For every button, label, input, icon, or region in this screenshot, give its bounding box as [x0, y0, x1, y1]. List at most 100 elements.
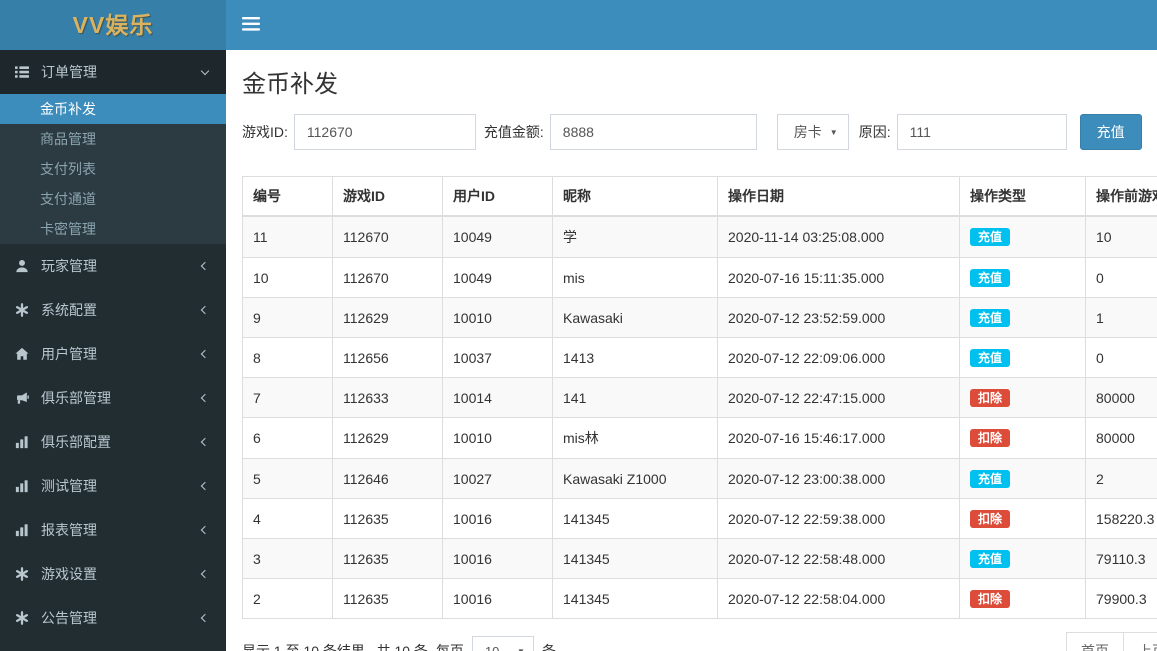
sidebar-toggle-button[interactable]: [226, 0, 276, 50]
sidebar-subitem-card-key-management[interactable]: 卡密管理: [0, 214, 226, 244]
column-header: 用户ID: [442, 176, 553, 217]
cell-user-id: 10010: [442, 297, 553, 338]
cell-date: 2020-07-12 22:59:38.000: [717, 498, 960, 539]
table-row: 7 112633 10014 141 2020-07-12 22:47:15.000 扣除…: [242, 377, 1157, 418]
operation-type-badge: 扣除: [970, 388, 1011, 407]
sidebar-subitem-payment-channel[interactable]: 支付通道: [0, 184, 226, 214]
table-row: 8 112656 10037 1413 2020-07-12 22:09:06.000 充…: [242, 337, 1157, 378]
sidebar-item-report-management[interactable]: 报表管理: [0, 508, 226, 552]
cell-user-id: 10010: [442, 417, 553, 459]
sidebar-item-club-management[interactable]: 俱乐部管理: [0, 376, 226, 420]
cell-game-id: 112635: [332, 578, 443, 619]
column-header: 操作类型: [959, 176, 1086, 217]
bullhorn-icon: [15, 391, 37, 405]
cell-no: 8: [242, 337, 333, 378]
sidebar-menu: 订单管理 金币补发 商品管理 支付列表 支付通道 卡密管理玩家管理系统配置 用户管理俱乐部管…: [0, 50, 226, 640]
card-type-select[interactable]: 房卡 ▼: [776, 114, 849, 150]
table-row: 2 112635 10016 141345 2020-07-12 22:58:04.00…: [242, 578, 1157, 619]
submenu-order-management: 金币补发 商品管理 支付列表 支付通道 卡密管理: [0, 94, 226, 244]
game-id-input[interactable]: [293, 114, 476, 150]
cell-user-id: 10049: [442, 215, 553, 258]
sidebar-subitem-coin-reissue[interactable]: 金币补发: [0, 94, 226, 124]
app-logo: VV娱乐: [0, 0, 226, 50]
cell-no: 9: [242, 297, 333, 338]
sidebar-item-label: 俱乐部管理: [41, 390, 111, 406]
cell-game-id: 112629: [332, 297, 443, 338]
cell-op: 充值: [959, 215, 1086, 258]
cell-no: 11: [242, 215, 333, 258]
prev-page-button[interactable]: 上页: [1124, 632, 1157, 651]
sidebar-item-player-management[interactable]: 玩家管理: [0, 244, 226, 288]
chevron-left-icon: [200, 525, 210, 535]
recharge-form: 游戏ID: 充值金额: 房卡 ▼ 原因: 充值: [242, 114, 1142, 150]
chevron-left-icon: [200, 437, 210, 447]
cell-no: 4: [242, 498, 333, 539]
sidebar-item-user-management[interactable]: 用户管理: [0, 332, 226, 376]
cell-date: 2020-07-12 22:58:04.000: [717, 578, 960, 619]
operation-type-badge: 扣除: [970, 589, 1011, 608]
sidebar-item-label: 公告管理: [41, 610, 97, 626]
chevron-down-icon: [200, 66, 210, 76]
cell-op: 充值: [959, 538, 1086, 579]
sidebar-item-label: 玩家管理: [41, 258, 97, 274]
table-row: 4 112635 10016 141345 2020-07-12 22:59:38.00…: [242, 498, 1157, 539]
cell-date: 2020-07-12 23:52:59.000: [717, 297, 960, 338]
column-header: 操作日期: [717, 176, 960, 217]
cell-user-id: 10014: [442, 377, 553, 418]
table-row: 10 112670 10049 mis 2020-07-16 15:11:35.000 充…: [242, 257, 1157, 298]
cell-op: 充值: [959, 337, 1086, 378]
amount-input[interactable]: [549, 114, 757, 150]
cell-no: 2: [242, 578, 333, 619]
cell-user-id: 10049: [442, 257, 553, 298]
cell-before: 1: [1085, 297, 1157, 338]
cell-before: 10: [1085, 215, 1157, 258]
cell-game-id: 112670: [332, 215, 443, 258]
recharge-button[interactable]: 充值: [1079, 114, 1142, 150]
cell-date: 2020-07-16 15:11:35.000: [717, 257, 960, 298]
chevron-left-icon: [200, 481, 210, 491]
cell-op: 充值: [959, 257, 1086, 298]
cell-before: 79900.3: [1085, 578, 1157, 619]
cell-user-id: 10016: [442, 578, 553, 619]
cell-before: 0: [1085, 257, 1157, 298]
main-content: 金币补发 游戏ID: 充值金额: 房卡 ▼ 原因: 充值 编号游戏ID用户ID昵…: [226, 50, 1157, 651]
sidebar-item-label: 测试管理: [41, 478, 97, 494]
sidebar-item-announcement-management[interactable]: 公告管理: [0, 596, 226, 640]
cell-op: 扣除: [959, 417, 1086, 459]
topbar: [226, 0, 1157, 50]
page-size-select[interactable]: 10 ▼: [471, 636, 534, 651]
sidebar-subitem-goods-management[interactable]: 商品管理: [0, 124, 226, 154]
cell-date: 2020-07-12 23:00:38.000: [717, 458, 960, 499]
operation-type-badge: 充值: [970, 268, 1011, 287]
card-type-value: 房卡: [793, 124, 822, 140]
cell-game-id: 112670: [332, 257, 443, 298]
amount-label: 充值金额:: [483, 124, 544, 140]
records-table: 编号游戏ID用户ID昵称操作日期操作类型操作前游戏币 1111267010049…: [242, 176, 1157, 619]
asterisk-icon: [15, 611, 37, 625]
sidebar-subitem-payment-list[interactable]: 支付列表: [0, 154, 226, 184]
chevron-down-icon: ▼: [517, 646, 525, 651]
sidebar-item-club-config[interactable]: 俱乐部配置: [0, 420, 226, 464]
hamburger-icon: [242, 16, 260, 34]
cell-op: 扣除: [959, 578, 1086, 619]
cell-no: 3: [242, 538, 333, 579]
sidebar-item-order-management[interactable]: 订单管理: [0, 50, 226, 94]
cell-game-id: 112635: [332, 498, 443, 539]
cell-nickname: mis: [552, 257, 718, 298]
cell-game-id: 112633: [332, 377, 443, 418]
operation-type-badge: 充值: [970, 549, 1011, 568]
results-info-text: 显示 1 至 10 条结果 , 共 10 条: [242, 643, 428, 651]
cell-game-id: 112635: [332, 538, 443, 579]
cell-op: 扣除: [959, 498, 1086, 539]
game-id-label: 游戏ID:: [242, 124, 288, 140]
column-header: 编号: [242, 176, 333, 217]
sidebar-item-game-settings[interactable]: 游戏设置: [0, 552, 226, 596]
bar-chart-icon: [15, 435, 37, 449]
reason-input[interactable]: [896, 114, 1067, 150]
sidebar-item-test-management[interactable]: 测试管理: [0, 464, 226, 508]
cell-before: 158220.3: [1085, 498, 1157, 539]
sidebar-item-system-config[interactable]: 系统配置: [0, 288, 226, 332]
cell-nickname: 141: [552, 377, 718, 418]
first-page-button[interactable]: 首页: [1066, 632, 1124, 651]
operation-type-badge: 扣除: [970, 429, 1011, 447]
